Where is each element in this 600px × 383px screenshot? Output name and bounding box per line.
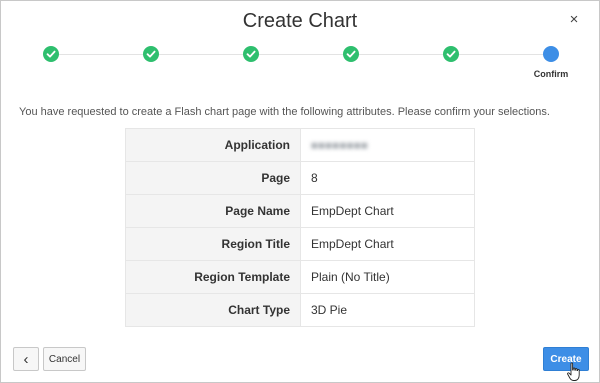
- summary-value: 8: [300, 161, 475, 195]
- step-label-confirm: Confirm: [533, 69, 569, 79]
- checkmark-icon: [446, 50, 456, 58]
- summary-value: Plain (No Title): [300, 260, 475, 294]
- previous-button[interactable]: ‹: [13, 347, 39, 371]
- summary-row-page-name: Page Name EmpDept Chart: [125, 194, 475, 228]
- step-2-complete: [143, 46, 159, 62]
- redacted-value: ■■■■■■■■: [311, 140, 369, 152]
- summary-row-page: Page 8: [125, 161, 475, 195]
- wizard-track: [51, 54, 551, 55]
- step-4-complete: [343, 46, 359, 62]
- intro-text: You have requested to create a Flash cha…: [19, 106, 550, 118]
- checkmark-icon: [146, 50, 156, 58]
- summary-row-region-title: Region Title EmpDept Chart: [125, 227, 475, 261]
- dialog: Create Chart × Confirm You have requeste…: [0, 0, 600, 383]
- wizard-progress: Confirm: [1, 1, 600, 91]
- summary-value: EmpDept Chart: [300, 194, 475, 228]
- summary-row-application: Application ■■■■■■■■: [125, 128, 475, 162]
- step-3-complete: [243, 46, 259, 62]
- summary-label: Region Title: [125, 227, 301, 261]
- summary-label: Region Template: [125, 260, 301, 294]
- summary-label: Application: [125, 128, 301, 162]
- chevron-left-icon: ‹: [23, 350, 29, 368]
- summary-label: Page Name: [125, 194, 301, 228]
- step-6-current: [543, 46, 559, 62]
- summary-table: Application ■■■■■■■■ Page 8 Page Name Em…: [125, 128, 475, 327]
- summary-value-blurred: ■■■■■■■■: [300, 128, 475, 162]
- checkmark-icon: [246, 50, 256, 58]
- checkmark-icon: [46, 50, 56, 58]
- step-5-complete: [443, 46, 459, 62]
- summary-value: 3D Pie: [300, 293, 475, 327]
- summary-row-chart-type: Chart Type 3D Pie: [125, 293, 475, 327]
- summary-label: Page: [125, 161, 301, 195]
- step-1-complete: [43, 46, 59, 62]
- cancel-button[interactable]: Cancel: [43, 347, 86, 371]
- summary-label: Chart Type: [125, 293, 301, 327]
- summary-row-region-template: Region Template Plain (No Title): [125, 260, 475, 294]
- summary-value: EmpDept Chart: [300, 227, 475, 261]
- checkmark-icon: [346, 50, 356, 58]
- hand-pointer-cursor-icon: [567, 362, 580, 381]
